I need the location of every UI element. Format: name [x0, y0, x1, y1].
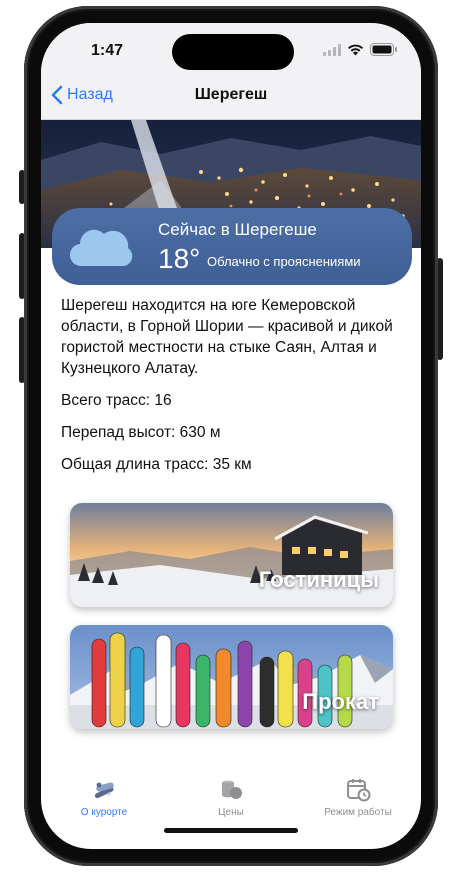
tab-about-resort[interactable]: О курорте [49, 768, 159, 818]
tab-bar: О курорте Цены Режим работы [41, 768, 421, 828]
screen: 1:47 Назад Шерегеш Сейчас в Шерегеше 18°… [41, 23, 421, 849]
rental-card[interactable]: Прокат [70, 625, 393, 729]
home-indicator[interactable] [164, 828, 298, 833]
hotels-card[interactable]: Гостиницы [70, 503, 393, 607]
status-time: 1:47 [91, 42, 124, 59]
resort-info: Шерегеш находится на юге Кемеровской обл… [61, 295, 406, 487]
page-title: Шерегеш [194, 86, 268, 103]
rental-label: Прокат [302, 689, 379, 714]
resort-description: Шерегеш находится на юге Кемеровской обл… [61, 297, 393, 377]
ski-icon [94, 782, 114, 799]
tab-about-resort-label: О курорте [80, 807, 128, 818]
cloud-icon [70, 229, 133, 267]
signal-icon [323, 43, 341, 56]
trails-count: Всего трасс: 16 [61, 392, 172, 409]
tab-working-hours-label: Режим работы [324, 807, 392, 818]
trails-length: Общая длина трасс: 35 км [61, 456, 252, 473]
tab-prices[interactable]: Цены [176, 768, 286, 818]
hotels-label: Гостиницы [258, 567, 379, 592]
phone-frame: 1:47 Назад Шерегеш Сейчас в Шерегеше 18°… [24, 6, 438, 866]
weather-card: Сейчас в Шерегеше 18° Облачно с прояснен… [52, 208, 412, 285]
tab-prices-label: Цены [218, 807, 244, 818]
coins-icon [222, 780, 242, 799]
status-indicators [323, 43, 397, 56]
calendar-clock-icon [347, 779, 371, 802]
elevation-drop: Перепад высот: 630 м [61, 424, 221, 441]
battery-icon [370, 43, 397, 56]
weather-temperature: 18° [158, 243, 201, 274]
weather-title: Сейчас в Шерегеше [158, 220, 317, 239]
dynamic-island [172, 34, 294, 70]
wifi-icon [348, 44, 363, 55]
weather-condition: Облачно с прояснениями [207, 254, 361, 269]
tab-working-hours[interactable]: Режим работы [303, 768, 413, 818]
